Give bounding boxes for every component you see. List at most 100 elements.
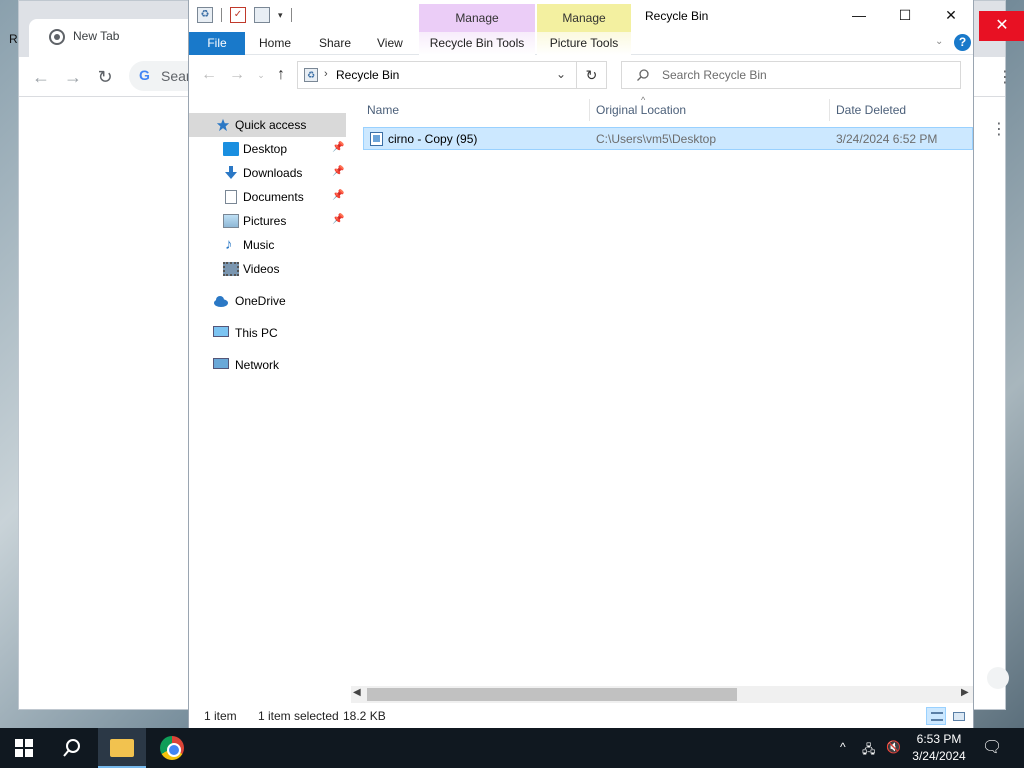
sidebar-item-label: OneDrive [235,294,286,308]
back-arrow-icon[interactable]: ← [29,65,53,89]
recent-locations-icon[interactable]: ⌄ [251,65,271,85]
sidebar-item-music[interactable]: ♪ Music [189,233,346,257]
new-folder-icon[interactable] [254,7,270,23]
chrome-customize-button[interactable] [987,667,1009,689]
chrome-close-button[interactable]: ✕ [979,11,1024,41]
sidebar-item-label: Downloads [243,166,303,180]
chrome-menu-icon[interactable]: ⋮ [997,67,1013,87]
star-icon [216,118,230,132]
clock-time: 6:53 PM [916,732,962,746]
column-header-original-location[interactable]: Original Location [596,103,686,117]
column-header-name[interactable]: Name [367,103,399,117]
address-dropdown-icon[interactable]: ⌄ [556,67,566,81]
column-divider[interactable] [829,99,830,121]
ribbon-tabs: File Home Share View Recycle Bin Tools P… [189,32,973,55]
folder-icon [110,739,134,757]
network-icon [213,358,229,369]
start-windows-icon[interactable] [0,728,48,768]
sidebar-item-label: Network [235,358,280,372]
reload-icon[interactable]: ↻ [93,65,117,89]
file-explorer-window: ♻ ✓ ▾ Manage Manage Recycle Bin — ☐ ✕ Fi… [188,0,974,728]
item-count: 1 item [204,709,237,723]
help-icon[interactable]: ? [954,34,971,51]
expand-ribbon-icon[interactable]: ⌄ [935,36,943,47]
tab-picture-tools[interactable]: Picture Tools [537,32,631,55]
search-icon [637,69,649,81]
chrome-page-menu-icon[interactable]: ⋮ [991,119,1007,139]
properties-icon[interactable]: ✓ [230,7,246,23]
tab-view[interactable]: View [377,32,403,55]
sidebar-item-label: Music [243,238,275,252]
pin-icon[interactable]: 📌 [332,166,344,177]
network-icon[interactable]: 🖧 [862,740,875,761]
taskbar: ^ 🖧 🔇 6:53 PM 3/24/2024 🗨 [0,728,1024,768]
chrome-logo-icon [49,29,65,45]
system-clock[interactable]: 6:53 PM 3/24/2024 [906,731,972,765]
sidebar-item-label: Desktop [243,142,288,156]
file-date-deleted: 3/24/2024 6:52 PM [836,132,938,146]
sidebar-item-desktop[interactable]: Desktop 📌 [189,137,346,161]
search-icon[interactable] [48,728,96,768]
notification-center-icon[interactable]: 🗨 [982,737,1002,757]
breadcrumb-chevron-icon[interactable]: › [324,68,328,80]
column-header-date-deleted[interactable]: Date Deleted [836,103,906,117]
tab-recycle-bin-tools[interactable]: Recycle Bin Tools [419,32,535,55]
sidebar-item-quick-access[interactable]: Quick access [189,113,346,137]
back-arrow-icon[interactable]: ← [199,65,219,85]
scrollbar-thumb[interactable] [367,688,737,701]
recycle-bin-icon[interactable]: ♻ [197,7,213,23]
sidebar-item-downloads[interactable]: Downloads 📌 [189,161,346,185]
sidebar-item-pictures[interactable]: Pictures 📌 [189,209,346,233]
manage-recycle-bin-header: Manage [419,4,535,32]
file-original-location: C:\Users\vm5\Desktop [596,132,717,146]
google-g-icon: G [139,67,150,83]
search-input[interactable]: Search Recycle Bin [621,61,961,89]
file-explorer-taskbar-button[interactable] [98,728,146,768]
address-bar[interactable]: ♻ › Recycle Bin ⌄ ↻ [297,61,607,89]
column-divider[interactable] [589,99,590,121]
chrome-taskbar-button[interactable] [148,728,196,768]
details-view-icon[interactable] [926,707,946,725]
refresh-icon[interactable]: ↻ [576,62,606,88]
pin-icon[interactable]: 📌 [332,190,344,201]
clock-date: 3/24/2024 [912,749,966,763]
cloud-icon [214,296,228,307]
qat-dropdown-icon[interactable]: ▾ [278,10,283,21]
sidebar-item-network[interactable]: Network [189,353,346,377]
minimize-icon[interactable]: — [836,0,882,30]
sidebar-item-label: This PC [235,326,278,340]
volume-muted-icon[interactable]: 🔇 [886,740,901,754]
maximize-icon[interactable]: ☐ [882,0,928,30]
desktop-icon-label[interactable]: R [9,32,18,46]
chrome-tab-new-tab[interactable]: New Tab [29,19,209,57]
scroll-right-icon[interactable]: ▶ [961,687,969,698]
tab-home[interactable]: Home [259,32,291,55]
up-arrow-icon[interactable]: ↑ [271,65,291,85]
horizontal-scrollbar[interactable]: ◀ ▶ [351,686,973,703]
forward-arrow-icon[interactable]: → [61,65,85,89]
sidebar-item-videos[interactable]: Videos [189,257,346,281]
scroll-left-icon[interactable]: ◀ [353,687,361,698]
tab-file[interactable]: File [189,32,245,55]
forward-arrow-icon[interactable]: → [227,65,247,85]
sidebar-item-this-pc[interactable]: This PC [189,321,346,345]
show-hidden-icons-chevron-icon[interactable]: ^ [840,740,846,754]
column-headers: ^ Name Original Location Date Deleted [361,95,973,123]
qat-divider [290,8,292,22]
selection-count: 1 item selected [258,709,339,723]
pin-icon[interactable]: 📌 [332,142,344,153]
sidebar-item-onedrive[interactable]: OneDrive [189,289,346,313]
navigation-bar: ← → ⌄ ↑ ♻ › Recycle Bin ⌄ ↻ Search Recyc… [189,55,973,95]
pin-icon[interactable]: 📌 [332,214,344,225]
document-icon [225,190,237,204]
breadcrumb[interactable]: Recycle Bin [336,68,399,82]
table-row[interactable]: cirno - Copy (95) C:\Users\vm5\Desktop 3… [363,127,973,150]
large-icons-view-icon[interactable] [948,707,968,725]
close-icon[interactable]: ✕ [928,0,974,30]
status-bar: 1 item 1 item selected 18.2 KB [189,704,973,728]
chrome-tab-label: New Tab [73,29,120,43]
tab-share[interactable]: Share [319,32,351,55]
sidebar-item-label: Pictures [243,214,287,228]
sidebar-item-label: Videos [243,262,280,276]
sidebar-item-documents[interactable]: Documents 📌 [189,185,346,209]
